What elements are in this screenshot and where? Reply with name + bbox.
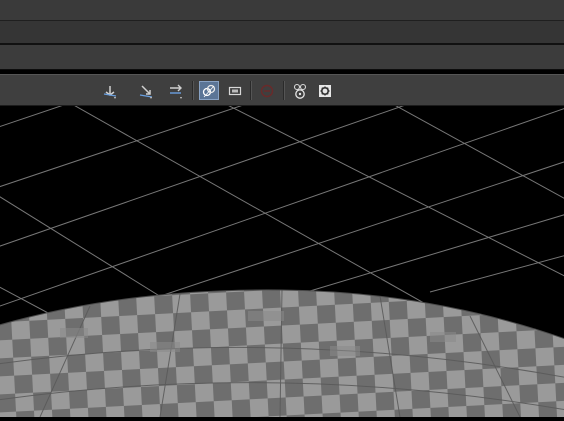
menu-bar (0, 21, 564, 45)
viewport-canvas[interactable] (0, 85, 564, 417)
record-disabled-icon (260, 84, 274, 97)
record-disabled-button[interactable] (257, 81, 277, 100)
camera-track-button[interactable] (136, 81, 156, 100)
checkered-sphere[interactable] (0, 276, 564, 417)
viewport-toolbar (0, 74, 564, 107)
toolbar-separator (283, 81, 285, 100)
film-gate-icon (228, 86, 242, 95)
title-bar (0, 0, 564, 21)
settings-gear-button[interactable] (315, 81, 335, 100)
snapshot-link-button[interactable] (199, 81, 219, 100)
toolbar-separator (192, 81, 194, 100)
3d-viewport[interactable] (0, 85, 564, 417)
film-reel-button[interactable] (290, 81, 310, 100)
film-reel-icon (293, 83, 307, 99)
camera-dolly-icon (170, 84, 182, 99)
toolbar-separator (250, 81, 252, 100)
camera-dolly-button[interactable] (166, 81, 186, 100)
shelf-bar (0, 45, 564, 70)
film-gate-button[interactable] (225, 81, 245, 100)
settings-gear-icon (319, 84, 331, 97)
camera-track-icon (139, 84, 153, 99)
camera-tumble-icon (103, 85, 117, 99)
snapshot-link-icon (202, 84, 216, 97)
camera-tumble-button[interactable] (100, 81, 120, 100)
